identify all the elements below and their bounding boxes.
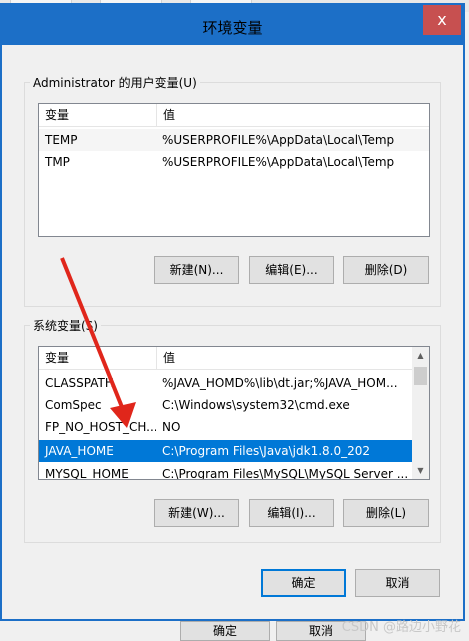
annotation-arrow	[60, 257, 136, 428]
watermark: CSDN @路边小野花	[341, 620, 461, 635]
arrow-shaft	[60, 257, 126, 413]
arrow-head-icon	[110, 402, 136, 428]
